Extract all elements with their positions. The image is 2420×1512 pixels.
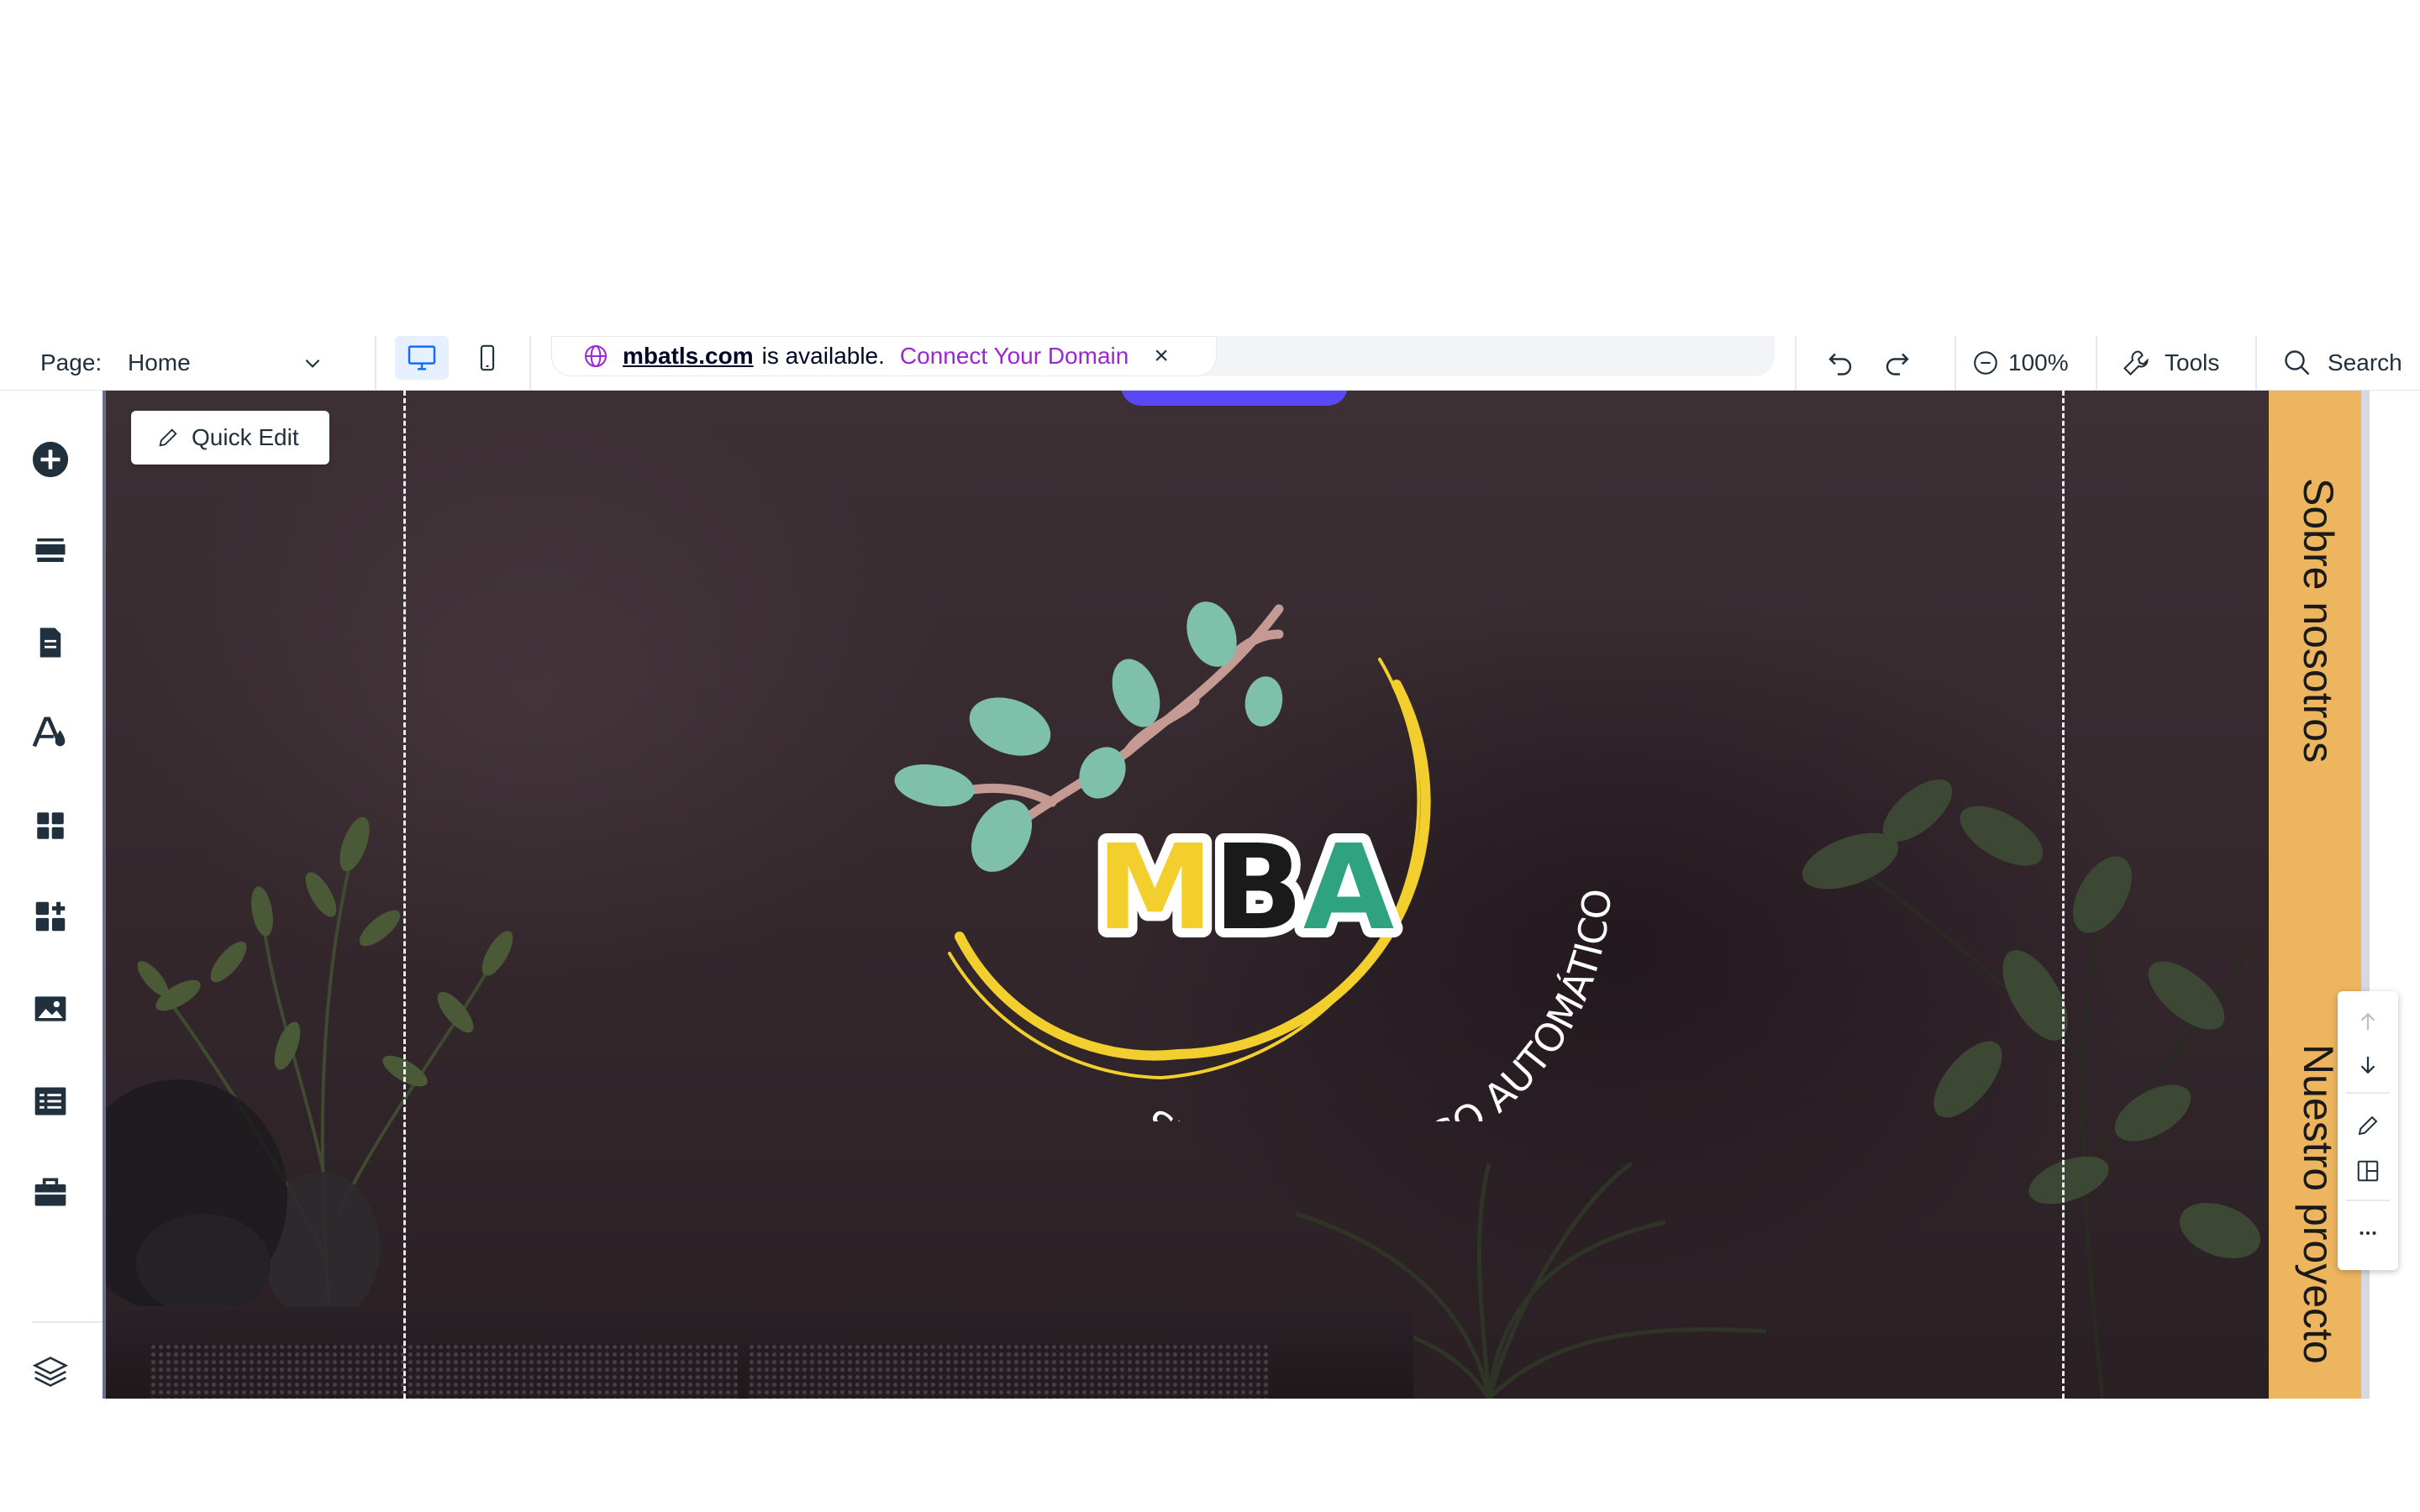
mobile-icon <box>480 344 495 371</box>
layout-icon[interactable] <box>2354 1158 2381 1184</box>
redo-icon[interactable] <box>1882 348 1912 378</box>
divider <box>2255 336 2257 390</box>
logo-letter-a: A <box>1303 820 1394 957</box>
zoom-control[interactable]: 100% <box>1971 336 2069 390</box>
logo-letter-b: B <box>1213 820 1303 957</box>
theme-icon[interactable] <box>30 713 71 753</box>
domain-name-link[interactable]: mbatls.com <box>623 343 754 370</box>
page-label: Page: <box>40 349 103 375</box>
grid-guide-left <box>403 391 406 1399</box>
site-canvas[interactable]: MBA MBA SISTEMA DE RIEGO AUTOMÁTICO Quic… <box>103 391 2269 1399</box>
search-icon <box>2285 350 2310 375</box>
search-button[interactable]: Search <box>2282 336 2402 390</box>
tools-label: Tools <box>2165 349 2220 375</box>
sections-icon[interactable] <box>30 530 71 570</box>
layers-icon[interactable] <box>30 1352 71 1392</box>
domain-pill: mbatls.com is available. Connect Your Do… <box>551 336 1217 376</box>
zoom-out-icon <box>1974 351 1997 375</box>
desktop-view-button[interactable] <box>395 336 449 380</box>
plant-left-image <box>103 816 513 1315</box>
editor-top-bar: Page: Home mbatls.com is available. Conn… <box>0 336 2420 391</box>
canvas-edge <box>103 391 106 1399</box>
edit-pencil-icon[interactable] <box>2354 1112 2381 1139</box>
quick-edit-label: Quick Edit <box>192 424 299 450</box>
close-icon[interactable]: × <box>1154 342 1169 370</box>
page-selector[interactable]: Home <box>128 336 191 390</box>
divider <box>2096 336 2097 390</box>
media-icon[interactable] <box>30 989 71 1029</box>
mba-logo[interactable]: MBA MBA SISTEMA DE RIEGO AUTOMÁTICO <box>876 584 1716 1121</box>
logo-brand-text: MBA <box>1097 820 1394 957</box>
add-apps-icon[interactable] <box>30 896 71 937</box>
business-icon[interactable] <box>30 1172 71 1212</box>
globe-icon <box>585 345 607 367</box>
tools-button[interactable]: Tools <box>2121 336 2219 390</box>
apps-icon[interactable] <box>30 806 71 846</box>
quick-edit-button[interactable]: Quick Edit <box>131 411 329 465</box>
domain-banner: mbatls.com is available. Connect Your Do… <box>551 336 1775 376</box>
grid-guide-right <box>2062 391 2065 1399</box>
add-icon[interactable] <box>30 439 71 480</box>
zoom-level: 100% <box>2008 349 2069 375</box>
section-mini-toolbar <box>2338 991 2398 1270</box>
move-down-icon[interactable] <box>2354 1052 2381 1079</box>
editor-left-bar <box>0 391 103 1399</box>
domain-available-text: is available. <box>761 343 885 369</box>
divider <box>32 1321 103 1323</box>
desktop-icon <box>408 345 436 370</box>
divider <box>1795 336 1797 390</box>
cabinet-image <box>103 1306 1413 1399</box>
undo-icon[interactable] <box>1825 348 1855 378</box>
logo-letter-m: M <box>1097 820 1213 957</box>
plant-right-image <box>1802 779 2261 1399</box>
cms-icon[interactable] <box>30 1081 71 1121</box>
nav-item-nuestro-proyecto[interactable]: Nuestro proyecto <box>2294 1044 2343 1364</box>
wrench-icon <box>2123 350 2149 375</box>
move-up-icon[interactable] <box>2354 1008 2381 1035</box>
connect-domain-link[interactable]: Connect Your Domain <box>900 343 1128 370</box>
mobile-view-button[interactable] <box>467 336 508 380</box>
pages-icon[interactable] <box>30 622 71 663</box>
divider <box>529 336 531 390</box>
divider <box>1954 336 1956 390</box>
section-handle[interactable] <box>1121 391 1348 406</box>
divider <box>375 336 376 390</box>
chevron-down-icon[interactable] <box>299 349 326 376</box>
pencil-icon <box>159 428 177 447</box>
nav-item-sobre-nosotros[interactable]: Sobre nosotros <box>2294 478 2343 763</box>
search-label: Search <box>2328 349 2402 375</box>
more-options-icon[interactable] <box>2354 1220 2381 1247</box>
